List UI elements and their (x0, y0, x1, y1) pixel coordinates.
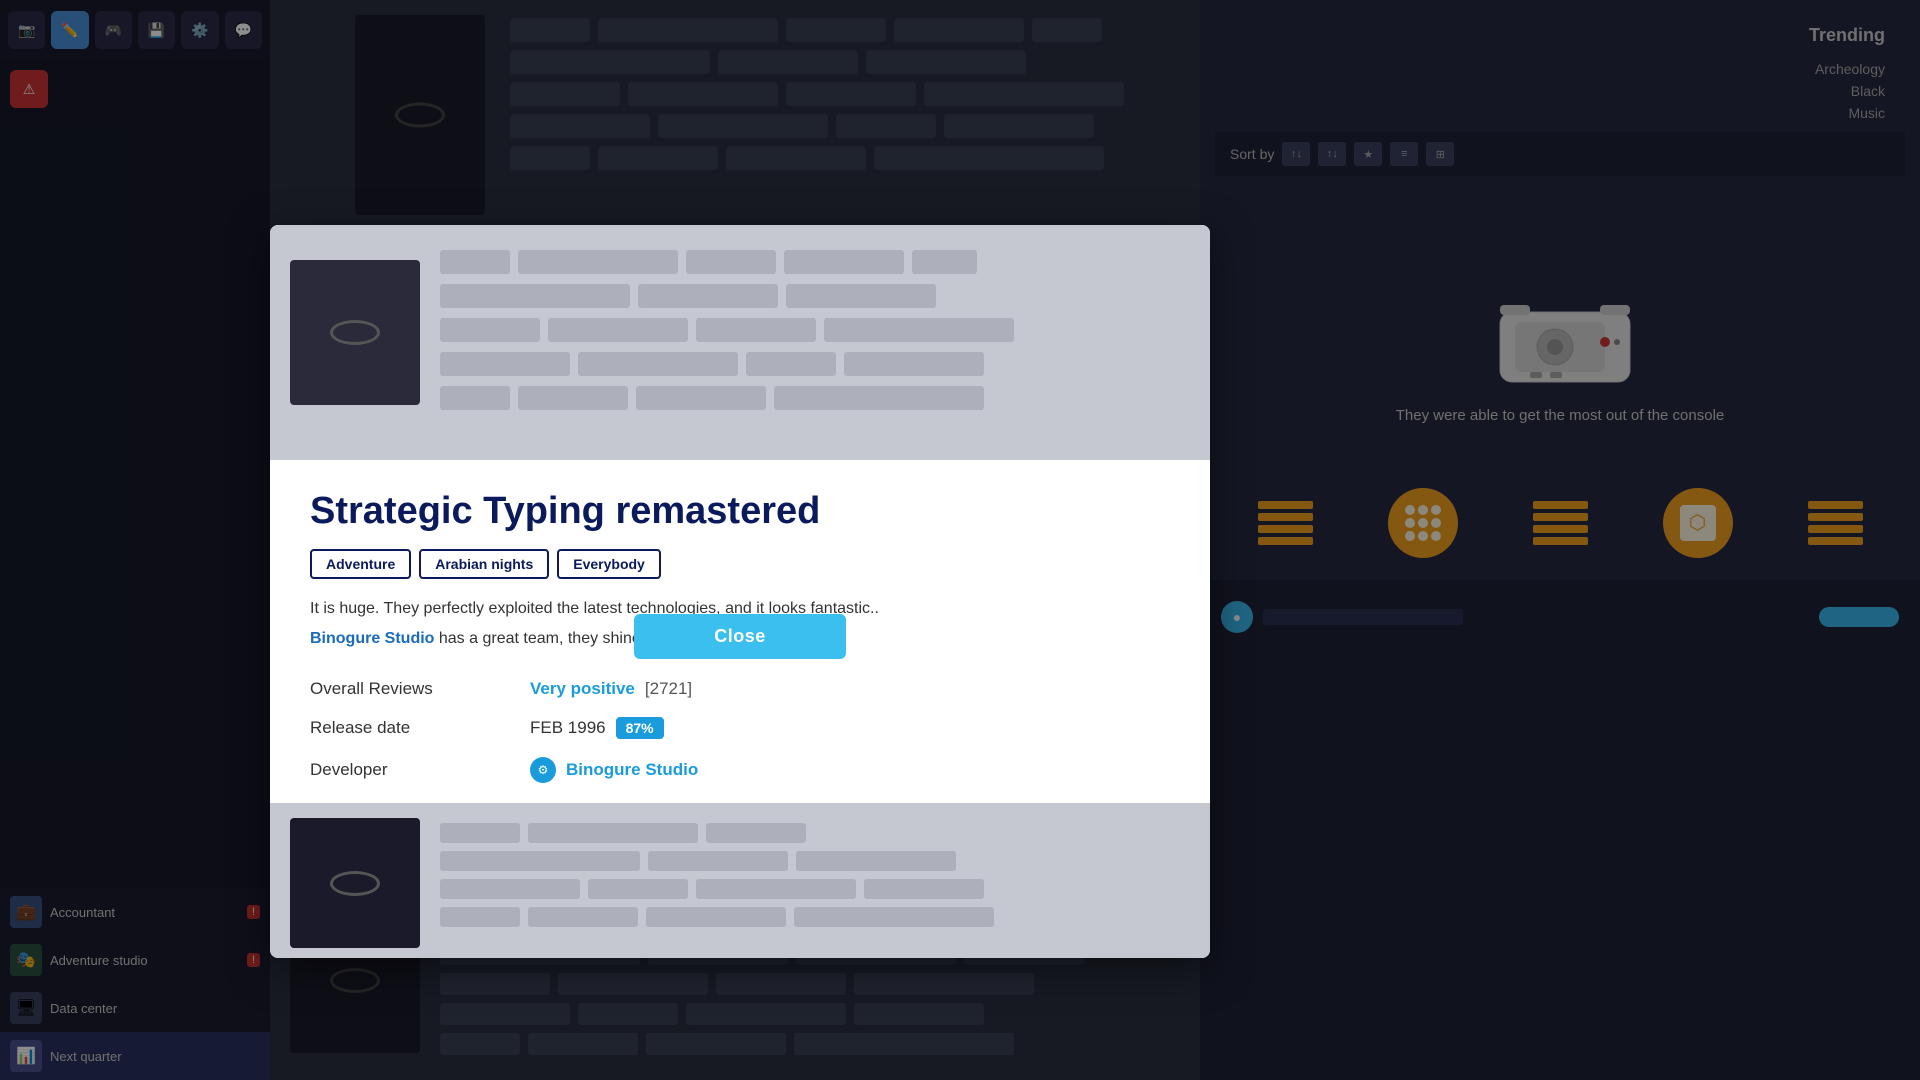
skel-b (686, 250, 776, 274)
modal-game-thumbnail (290, 260, 420, 405)
skel-b (440, 284, 630, 308)
release-date-badge: 87% (616, 717, 664, 739)
modal-bottom-banner (270, 803, 1210, 958)
modal-bottom-thumb-inner (330, 871, 380, 896)
skel-b (440, 352, 570, 376)
skel-b2 (440, 879, 580, 899)
developer-name[interactable]: Binogure Studio (566, 760, 698, 780)
review-count-text: [2721] (645, 679, 692, 699)
skel-b (518, 386, 628, 410)
skel-b (844, 352, 984, 376)
skel-b2 (440, 823, 520, 843)
close-button-container: Close (270, 614, 1210, 659)
overall-reviews-value: Very positive [2721] (530, 679, 1170, 699)
skel-b2 (864, 879, 984, 899)
modal-bottom-thumb (290, 818, 420, 948)
modal-thumb-inner (330, 320, 380, 345)
modal-details: Overall Reviews Very positive [2721] Rel… (310, 679, 1170, 783)
skel-b2 (646, 907, 786, 927)
skel-b (636, 386, 766, 410)
skel-b (824, 318, 1014, 342)
tag-everybody[interactable]: Everybody (557, 549, 661, 579)
skel-b2 (706, 823, 806, 843)
modal-banner-skeletons (440, 245, 1190, 440)
skel-b2 (528, 907, 638, 927)
modal-bottom-skels (440, 818, 1190, 943)
developer-icon: ⚙ (530, 757, 556, 783)
skel-b (912, 250, 977, 274)
skel-b2 (796, 851, 956, 871)
skel-b2 (528, 823, 698, 843)
release-date-label: Release date (310, 717, 530, 739)
overall-reviews-label: Overall Reviews (310, 679, 530, 699)
release-date-value: FEB 1996 87% (530, 717, 1170, 739)
skel-b2 (648, 851, 788, 871)
skel-b2 (588, 879, 688, 899)
game-detail-modal: Strategic Typing remastered Adventure Ar… (270, 225, 1210, 958)
review-positive-text: Very positive (530, 679, 635, 699)
skel-b (440, 250, 510, 274)
modal-tags: Adventure Arabian nights Everybody (310, 549, 1170, 579)
skel-b (696, 318, 816, 342)
skel-b (578, 352, 738, 376)
skel-b (548, 318, 688, 342)
modal-title: Strategic Typing remastered (310, 490, 1170, 533)
release-date-text: FEB 1996 (530, 718, 606, 738)
skel-b (774, 386, 984, 410)
skel-b2 (440, 851, 640, 871)
developer-label: Developer (310, 757, 530, 783)
tag-adventure[interactable]: Adventure (310, 549, 411, 579)
skel-b2 (696, 879, 856, 899)
skel-b2 (440, 907, 520, 927)
skel-b2 (794, 907, 994, 927)
skel-b (518, 250, 678, 274)
tag-arabian-nights[interactable]: Arabian nights (419, 549, 549, 579)
skel-b (440, 386, 510, 410)
skel-b (440, 318, 540, 342)
close-button[interactable]: Close (634, 614, 846, 659)
skel-b (638, 284, 778, 308)
skel-b (786, 284, 936, 308)
skel-b (784, 250, 904, 274)
skel-b (746, 352, 836, 376)
modal-banner (270, 225, 1210, 460)
developer-value: ⚙ Binogure Studio (530, 757, 1170, 783)
